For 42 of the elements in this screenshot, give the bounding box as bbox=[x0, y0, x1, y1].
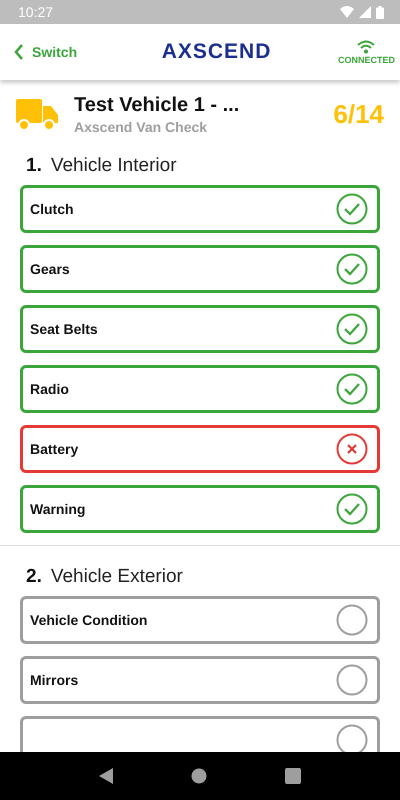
checklist-item[interactable]: Clutch bbox=[20, 185, 380, 233]
vehicle-title: Test Vehicle 1 - ... bbox=[74, 94, 240, 117]
battery-icon bbox=[376, 6, 384, 18]
item-label: Gears bbox=[30, 261, 70, 277]
checklist-item[interactable]: Battery bbox=[20, 425, 380, 473]
check-icon bbox=[336, 373, 368, 405]
checklist-item[interactable]: Radio bbox=[20, 365, 380, 413]
back-icon[interactable] bbox=[99, 768, 113, 784]
item-label: Seat Belts bbox=[30, 321, 98, 337]
check-icon bbox=[336, 193, 368, 225]
item-label: Mirrors bbox=[30, 672, 78, 688]
item-label: Clutch bbox=[30, 201, 74, 217]
cross-icon bbox=[336, 433, 368, 465]
clock: 10:27 bbox=[18, 4, 54, 20]
checklist-item[interactable]: Warning bbox=[20, 485, 380, 533]
empty-circle-icon bbox=[336, 664, 368, 696]
section-number: 2. bbox=[26, 566, 42, 588]
check-icon bbox=[336, 313, 368, 345]
wifi-icon bbox=[340, 6, 354, 18]
item-label: Radio bbox=[30, 381, 69, 397]
truck-icon bbox=[16, 98, 58, 130]
vehicle-subtitle: Axscend Van Check bbox=[74, 119, 208, 135]
checklist-item[interactable]: Gears bbox=[20, 245, 380, 293]
checklist-item[interactable]: Seat Belts bbox=[20, 305, 380, 353]
check-icon bbox=[336, 493, 368, 525]
progress-count: 6/14 bbox=[333, 99, 384, 130]
chevron-left-icon bbox=[14, 43, 24, 61]
wifi-icon bbox=[356, 40, 376, 54]
logo: AXSCEND bbox=[162, 40, 272, 64]
check-icon bbox=[336, 253, 368, 285]
section-title: Vehicle Exterior bbox=[50, 566, 183, 588]
item-label: Warning bbox=[30, 501, 86, 517]
item-label: Battery bbox=[30, 441, 78, 457]
item-label: Vehicle Condition bbox=[30, 612, 148, 628]
connection-status: CONNECTED bbox=[338, 54, 395, 64]
checklist-item[interactable]: Vehicle Condition bbox=[20, 596, 380, 644]
signal-icon bbox=[359, 6, 371, 18]
empty-circle-icon bbox=[336, 604, 368, 636]
checklist-item[interactable]: Mirrors bbox=[20, 656, 380, 704]
home-icon[interactable] bbox=[191, 768, 207, 784]
section-number: 1. bbox=[26, 155, 42, 177]
section-title: Vehicle Interior bbox=[50, 155, 177, 177]
